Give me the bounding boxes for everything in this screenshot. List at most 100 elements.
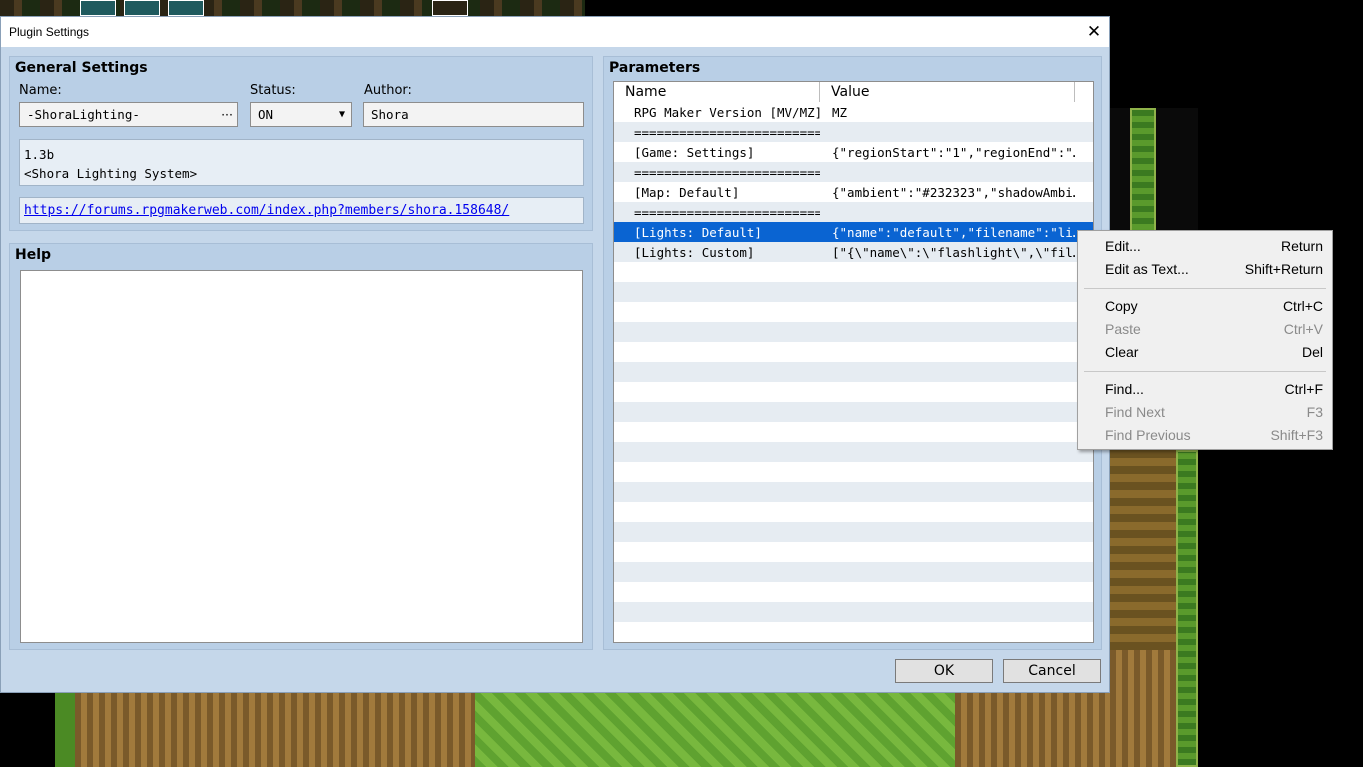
author-url-link[interactable]: https://forums.rpgmakerweb.com/index.php… bbox=[24, 203, 509, 218]
menu-item-find-previous[interactable]: Find Previous Shift+F3 bbox=[1078, 423, 1332, 446]
map-house bbox=[1110, 450, 1176, 650]
param-name-cell bbox=[614, 542, 820, 562]
menu-item-copy[interactable]: Copy Ctrl+C bbox=[1078, 294, 1332, 317]
table-row[interactable] bbox=[614, 462, 1093, 482]
menu-item-label: Paste bbox=[1105, 320, 1141, 337]
param-value-cell bbox=[820, 162, 1075, 182]
table-row[interactable]: ========================= bbox=[614, 162, 1093, 182]
table-row[interactable] bbox=[614, 622, 1093, 642]
table-row[interactable]: [Game: Settings] {"regionStart":"1","regi… bbox=[614, 142, 1093, 162]
param-name-cell bbox=[614, 502, 820, 522]
menu-item-label: Find Previous bbox=[1105, 426, 1191, 443]
menu-item-paste[interactable]: Paste Ctrl+V bbox=[1078, 317, 1332, 340]
map-house-roof bbox=[955, 693, 1110, 767]
table-row[interactable] bbox=[614, 482, 1093, 502]
param-name-cell: [Lights: Default] bbox=[634, 224, 762, 240]
table-row[interactable] bbox=[614, 402, 1093, 422]
map-hedge bbox=[1176, 450, 1198, 767]
description-box[interactable]: 1.3b <Shora Lighting System> bbox=[19, 139, 584, 186]
map-hedge bbox=[1130, 108, 1156, 238]
menu-item-shortcut: Ctrl+V bbox=[1283, 320, 1323, 337]
ok-button[interactable]: OK bbox=[895, 659, 993, 683]
table-row[interactable] bbox=[614, 362, 1093, 382]
param-name-cell bbox=[614, 402, 820, 422]
table-row[interactable]: [Lights: Custom] ["{\"name\":\"flashlight… bbox=[614, 242, 1093, 262]
param-value-cell: {"regionStart":"1","regionEnd":"… bbox=[832, 144, 1075, 160]
table-row[interactable] bbox=[614, 582, 1093, 602]
menu-item-label: Edit... bbox=[1105, 237, 1141, 254]
map-house-roof bbox=[55, 693, 475, 767]
table-row[interactable] bbox=[614, 262, 1093, 282]
table-row[interactable] bbox=[614, 422, 1093, 442]
parameters-table[interactable]: Name Value RPG Maker Version [MV/MZ] MZ ==… bbox=[613, 81, 1094, 643]
table-row[interactable] bbox=[614, 342, 1093, 362]
table-row[interactable] bbox=[614, 502, 1093, 522]
param-value-cell bbox=[820, 602, 1075, 622]
menu-item-label: Edit as Text... bbox=[1105, 260, 1189, 277]
param-value-cell: {"name":"default","filename":"li… bbox=[832, 224, 1075, 240]
param-name-cell: [Lights: Custom] bbox=[634, 244, 755, 260]
name-label: Name: bbox=[19, 83, 62, 98]
table-row[interactable] bbox=[614, 562, 1093, 582]
param-name-cell: [Map: Default] bbox=[634, 184, 740, 200]
menu-item-clear[interactable]: Clear Del bbox=[1078, 340, 1332, 363]
description-line: 1.3b bbox=[24, 147, 55, 162]
help-group: Help bbox=[9, 243, 593, 650]
param-value-cell bbox=[820, 282, 1075, 302]
author-field[interactable]: Shora bbox=[363, 102, 584, 127]
param-value-cell bbox=[820, 122, 1075, 142]
help-text-area[interactable] bbox=[20, 270, 583, 643]
param-name-cell: ========================= bbox=[634, 204, 820, 220]
cancel-button[interactable]: Cancel bbox=[1003, 659, 1101, 683]
param-name-cell bbox=[614, 442, 820, 462]
param-name-cell bbox=[614, 382, 820, 402]
table-row[interactable] bbox=[614, 442, 1093, 462]
param-value-cell bbox=[820, 442, 1075, 462]
status-select[interactable]: ON ▼ bbox=[250, 102, 352, 127]
menu-item-shortcut: Ctrl+F bbox=[1284, 380, 1324, 397]
param-value-cell bbox=[820, 262, 1075, 282]
table-row[interactable] bbox=[614, 382, 1093, 402]
name-field[interactable]: -ShoraLighting- ··· bbox=[19, 102, 238, 127]
parameters-title: Parameters bbox=[609, 60, 701, 76]
param-value-cell bbox=[820, 622, 1075, 642]
description-line: <Shora Lighting System> bbox=[24, 166, 198, 181]
table-row[interactable] bbox=[614, 302, 1093, 322]
table-row[interactable]: [Map: Default] {"ambient":"#232323","shad… bbox=[614, 182, 1093, 202]
table-row[interactable] bbox=[614, 642, 1093, 643]
table-row[interactable] bbox=[614, 322, 1093, 342]
param-name-cell bbox=[614, 642, 820, 643]
menu-item-label: Clear bbox=[1105, 343, 1139, 360]
menu-separator bbox=[1084, 371, 1326, 372]
param-value-cell bbox=[820, 542, 1075, 562]
param-name-cell bbox=[614, 462, 820, 482]
menu-item-find-next[interactable]: Find Next F3 bbox=[1078, 400, 1332, 423]
menu-item-label: Find Next bbox=[1105, 403, 1165, 420]
table-row[interactable] bbox=[614, 602, 1093, 622]
param-value-cell bbox=[820, 642, 1075, 643]
param-name-cell bbox=[614, 522, 820, 542]
menu-item-find[interactable]: Find... Ctrl+F bbox=[1078, 377, 1332, 400]
browse-button[interactable]: ··· bbox=[221, 103, 233, 126]
menu-item-edit-as-text[interactable]: Edit as Text... Shift+Return bbox=[1078, 257, 1332, 280]
title-bar[interactable]: Plugin Settings ✕ bbox=[1, 17, 1109, 47]
table-row[interactable]: [Lights: Default] {"name":"default","file… bbox=[614, 222, 1093, 242]
param-name-cell bbox=[614, 282, 820, 302]
menu-item-label: Copy bbox=[1105, 297, 1138, 314]
param-value-cell bbox=[820, 342, 1075, 362]
menu-item-edit[interactable]: Edit... Return bbox=[1078, 234, 1332, 257]
table-row[interactable]: RPG Maker Version [MV/MZ] MZ bbox=[614, 102, 1093, 122]
table-row[interactable] bbox=[614, 542, 1093, 562]
author-value: Shora bbox=[371, 107, 409, 122]
column-header-value[interactable]: Value bbox=[820, 82, 1075, 102]
param-value-cell bbox=[820, 322, 1075, 342]
column-header-name[interactable]: Name bbox=[614, 82, 820, 102]
close-icon[interactable]: ✕ bbox=[1079, 17, 1109, 47]
table-row[interactable]: ========================= bbox=[614, 122, 1093, 142]
param-value-cell bbox=[820, 482, 1075, 502]
param-value-cell bbox=[820, 202, 1075, 222]
table-row[interactable]: ========================= bbox=[614, 202, 1093, 222]
table-row[interactable] bbox=[614, 282, 1093, 302]
table-row[interactable] bbox=[614, 522, 1093, 542]
status-value: ON bbox=[258, 107, 274, 122]
